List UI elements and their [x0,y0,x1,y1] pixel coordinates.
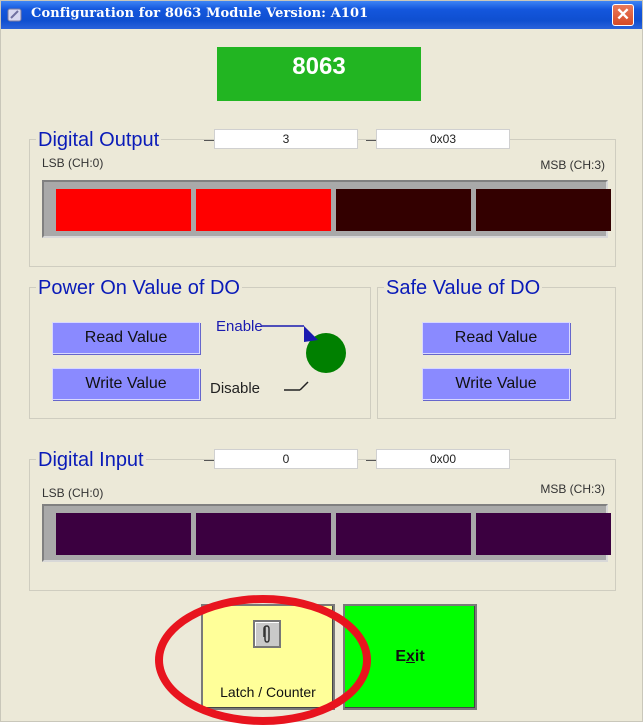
do-msb-label: MSB (CH:3) [540,158,605,172]
safe-write-value-button[interactable]: Write Value [422,368,570,400]
exit-accel-key: x [405,648,415,665]
safe-value-legend: Safe Value of DO [384,277,543,299]
power-on-legend: Power On Value of DO [36,277,242,299]
legend-tick [204,140,214,141]
legend-tick [366,460,376,461]
do-led-ch3[interactable] [476,189,611,231]
legend-tick [366,140,376,141]
do-led-ch1[interactable] [196,189,331,231]
app-icon [7,8,22,22]
do-led-panel [42,180,611,238]
di-led-ch3 [476,513,611,555]
do-led-ch2[interactable] [336,189,471,231]
latch-counter-label: Latch / Counter [220,684,316,700]
di-led-ch1 [196,513,331,555]
do-decimal-value[interactable]: 3 [214,129,358,149]
digital-output-legend: Digital Output [36,129,162,151]
digital-output-group: Digital Output 3 0x03 LSB (CH:0) MSB (CH… [29,129,616,267]
exit-button[interactable]: Exit [343,604,477,710]
power-on-write-value-button[interactable]: Write Value [52,368,200,400]
do-hex-value[interactable]: 0x03 [376,129,510,149]
power-on-read-value-button[interactable]: Read Value [52,322,200,354]
di-lsb-label: LSB (CH:0) [42,486,104,500]
title-bar[interactable]: Configuration for 8063 Module Version: A… [1,1,642,29]
di-msb-label: MSB (CH:3) [540,482,605,496]
exit-label: Exit [395,648,425,665]
power-on-group: Power On Value of DO Read Value Write Va… [29,277,371,419]
power-on-enable-switch[interactable] [260,318,350,408]
di-led-ch2 [336,513,471,555]
di-decimal-value[interactable]: 0 [214,449,358,469]
latch-counter-button[interactable]: Latch / Counter [201,604,335,710]
di-hex-value[interactable]: 0x00 [376,449,510,469]
enable-label: Enable [216,318,263,335]
safe-read-value-button[interactable]: Read Value [422,322,570,354]
digital-input-legend: Digital Input [36,449,146,471]
window-content: 8063 Digital Output 3 0x03 LSB (CH:0) MS… [5,29,638,725]
do-led-ch0[interactable] [56,189,191,231]
di-led-panel [42,504,611,562]
legend-tick [204,460,214,461]
config-window: Configuration for 8063 Module Version: A… [0,0,643,725]
do-lsb-label: LSB (CH:0) [42,156,104,170]
paperclip-icon [253,620,281,648]
module-name-display: 8063 [217,47,421,101]
disable-label: Disable [210,380,261,397]
safe-value-group: Safe Value of DO Read Value Write Value [377,277,616,419]
window-title: Configuration for 8063 Module Version: A… [31,6,369,21]
di-led-ch0 [56,513,191,555]
digital-input-group: Digital Input 0 0x00 LSB (CH:0) MSB (CH:… [29,449,616,591]
close-button[interactable]: ✕ [612,4,634,26]
